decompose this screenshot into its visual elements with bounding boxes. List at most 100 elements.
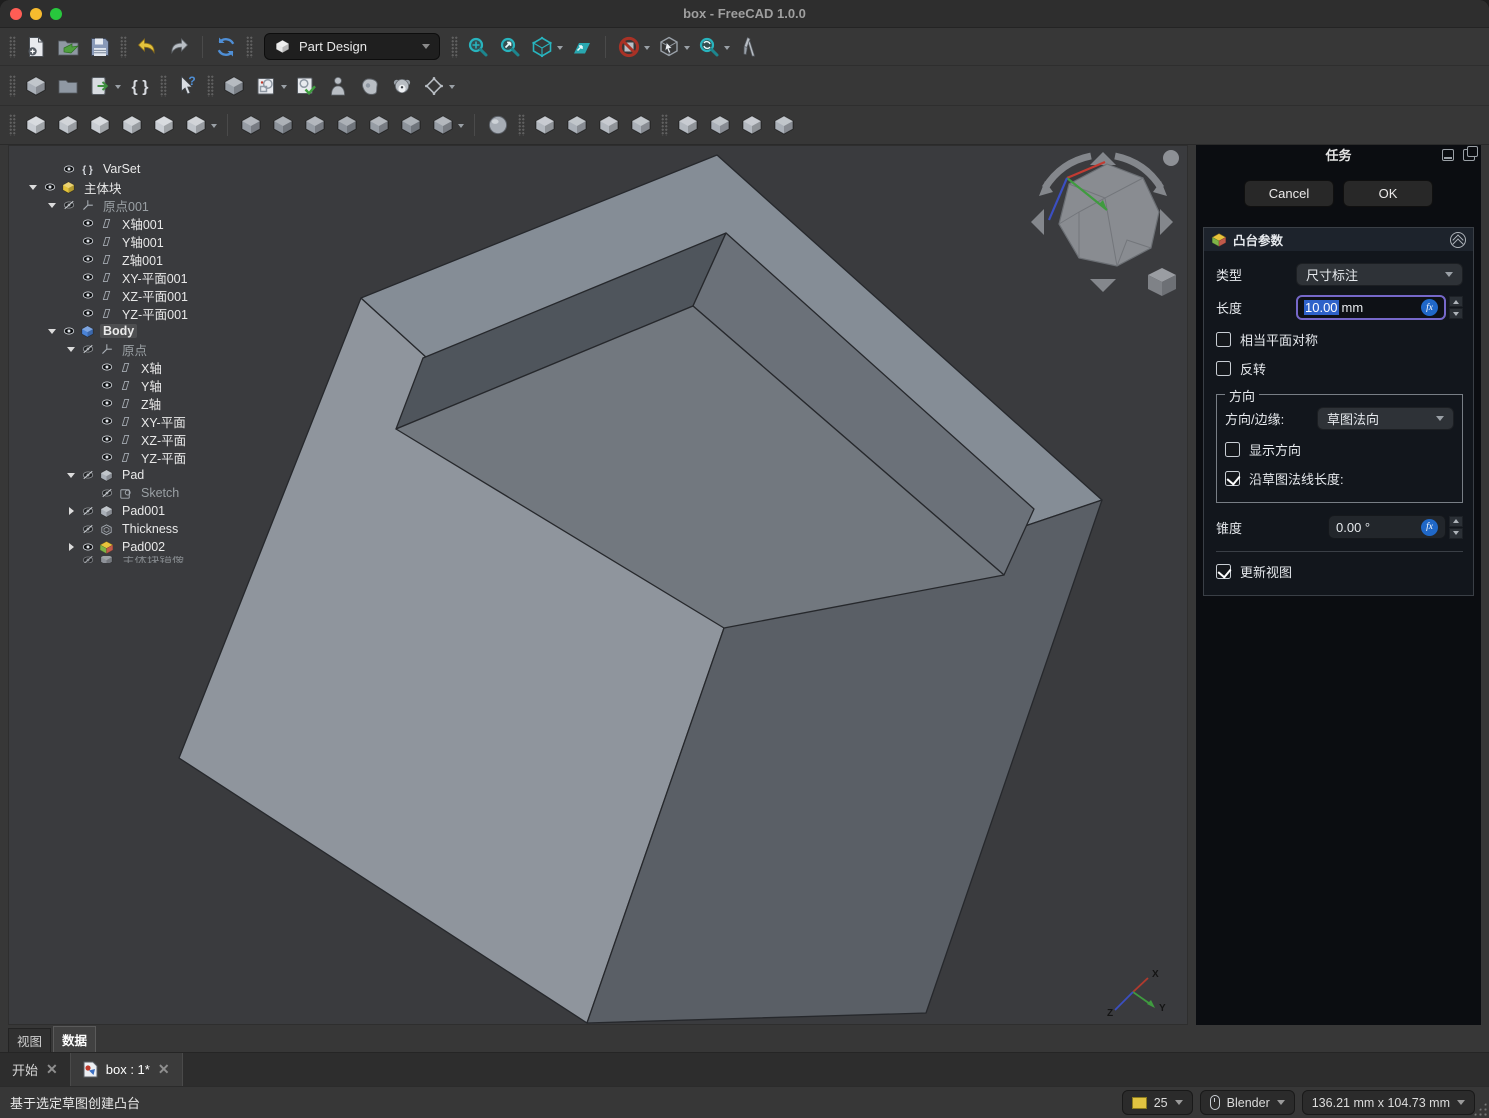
visibility-on-icon[interactable] [81,235,95,247]
create-body-button[interactable] [219,71,249,101]
collapse-arrow-icon[interactable] [48,203,56,212]
visibility-on-icon[interactable] [81,541,95,553]
toolbar-drag-handle[interactable] [160,75,167,97]
open-document-button[interactable] [53,32,83,62]
thickness-button[interactable] [626,110,656,140]
tree-item-label[interactable]: Pad001 [119,504,168,518]
subtractive-pipe-button[interactable] [364,110,394,140]
formula-icon[interactable]: fx [1421,519,1438,536]
tree-item-label[interactable]: Pad002 [119,540,168,554]
tree-item-label[interactable]: VarSet [100,162,143,176]
create-part-button[interactable] [21,71,51,101]
visibility-off-icon[interactable] [81,523,95,535]
subtractive-helix-button[interactable] [396,110,426,140]
create-datum-button[interactable] [323,71,353,101]
tree-item-label[interactable]: 原点 [119,340,150,359]
toolbar-drag-handle[interactable] [518,114,525,136]
tree-item-Y轴001[interactable]: Y轴001 [19,232,289,250]
tree-item-label[interactable]: Pad [119,468,147,482]
visibility-on-icon[interactable] [100,415,114,427]
tree-item-Pad002[interactable]: Pad002 [19,538,289,556]
tree-item-label[interactable]: Body [100,324,137,338]
chamfer-button[interactable] [562,110,592,140]
pocket-button[interactable] [236,110,266,140]
taper-spinner[interactable] [1449,516,1463,539]
tab-start[interactable]: 开始 ✕ [0,1053,70,1086]
toolbar-drag-handle[interactable] [661,114,668,136]
visibility-off-icon[interactable] [81,505,95,517]
tree-item-label[interactable]: 主体块 [81,178,125,197]
decimals-dropdown[interactable]: 25 [1122,1090,1193,1115]
tree-item-X轴001[interactable]: X轴001 [19,214,289,232]
visibility-on-icon[interactable] [81,253,95,265]
collapse-arrow-icon[interactable] [67,473,75,482]
visibility-on-icon[interactable] [81,217,95,229]
visibility-off-icon[interactable] [81,343,95,355]
visibility-on-icon[interactable] [100,379,114,391]
visibility-off-icon[interactable] [62,199,76,211]
hole-button[interactable] [268,110,298,140]
tree-item-label[interactable]: YZ-平面001 [119,304,191,323]
measure-button[interactable] [734,32,764,62]
collapse-arrow-icon[interactable] [48,329,56,338]
tree-item-label[interactable]: Y轴 [138,376,165,395]
mirrored-button[interactable] [673,110,703,140]
chevron-down-icon[interactable] [557,46,563,53]
tree-item-原点001[interactable]: 原点001 [19,196,289,214]
tree-item-YZ-平面[interactable]: YZ-平面 [19,448,289,466]
create-clone-button[interactable] [387,71,417,101]
workbench-selector[interactable]: Part Design [264,33,440,60]
visibility-on-icon[interactable] [81,271,95,283]
fit-all-button[interactable] [463,32,493,62]
cancel-button[interactable]: Cancel [1244,180,1334,207]
tree-item-label[interactable]: Thickness [119,522,181,536]
box-element-selection-button[interactable] [654,32,684,62]
chevron-down-icon[interactable] [211,124,217,131]
tree-item-Pad001[interactable]: Pad001 [19,502,289,520]
create-shapebinder-button[interactable] [355,71,385,101]
chevron-down-icon[interactable] [449,85,455,92]
midplane-checkbox[interactable] [1216,332,1231,347]
tab-data[interactable]: 数据 [53,1026,96,1052]
zoom-selection-button[interactable] [495,32,525,62]
multi-transform-button[interactable] [769,110,799,140]
polar-pattern-button[interactable] [737,110,767,140]
tree-item-YZ-平面001[interactable]: YZ-平面001 [19,304,289,322]
create-sketch-button[interactable] [251,71,281,101]
tree-item-label[interactable]: XZ-平面001 [119,286,191,305]
taper-input[interactable]: 0.00 ° fx [1328,515,1446,539]
additive-helix-button[interactable] [149,110,179,140]
additive-primitive-button[interactable] [181,110,211,140]
toolbar-drag-handle[interactable] [9,36,16,58]
type-dropdown[interactable]: 尺寸标注 [1296,263,1463,286]
tree-item-Z轴001[interactable]: Z轴001 [19,250,289,268]
tree-item-label[interactable]: X轴001 [119,214,167,233]
chevron-down-icon[interactable] [644,46,650,53]
draft-button[interactable] [594,110,624,140]
expand-arrow-icon[interactable] [69,507,78,515]
tree-item-label[interactable]: XY-平面 [138,412,189,431]
tree-item-Pad[interactable]: Pad [19,466,289,484]
revolution-button[interactable] [53,110,83,140]
3d-viewport[interactable]: X Y Z VarSet主体块原点001X轴001Y轴001Z轴001XY-平面… [8,145,1188,1025]
create-datum-object-button[interactable] [419,71,449,101]
toolbar-drag-handle[interactable] [451,36,458,58]
set-working-plane-button[interactable] [567,32,597,62]
tree-item-主体块[interactable]: 主体块 [19,178,289,196]
create-varset-button[interactable] [125,71,155,101]
toolbar-drag-handle[interactable] [207,75,214,97]
tree-item-XZ-平面001[interactable]: XZ-平面001 [19,286,289,304]
update-view-checkbox[interactable] [1216,564,1231,579]
toolbar-drag-handle[interactable] [9,75,16,97]
subtractive-loft-button[interactable] [332,110,362,140]
visibility-off-icon[interactable] [100,487,114,499]
tree-item-label[interactable]: YZ-平面 [138,448,189,467]
collapse-section-icon[interactable] [1450,232,1466,248]
float-panel-icon[interactable] [1463,149,1475,161]
tree-item-Y轴[interactable]: Y轴 [19,376,289,394]
validate-sketch-button[interactable] [291,71,321,101]
subtractive-primitive-button[interactable] [428,110,458,140]
chevron-down-icon[interactable] [458,124,464,131]
chevron-down-icon[interactable] [684,46,690,53]
navigation-style-dropdown[interactable]: Blender [1200,1090,1295,1115]
